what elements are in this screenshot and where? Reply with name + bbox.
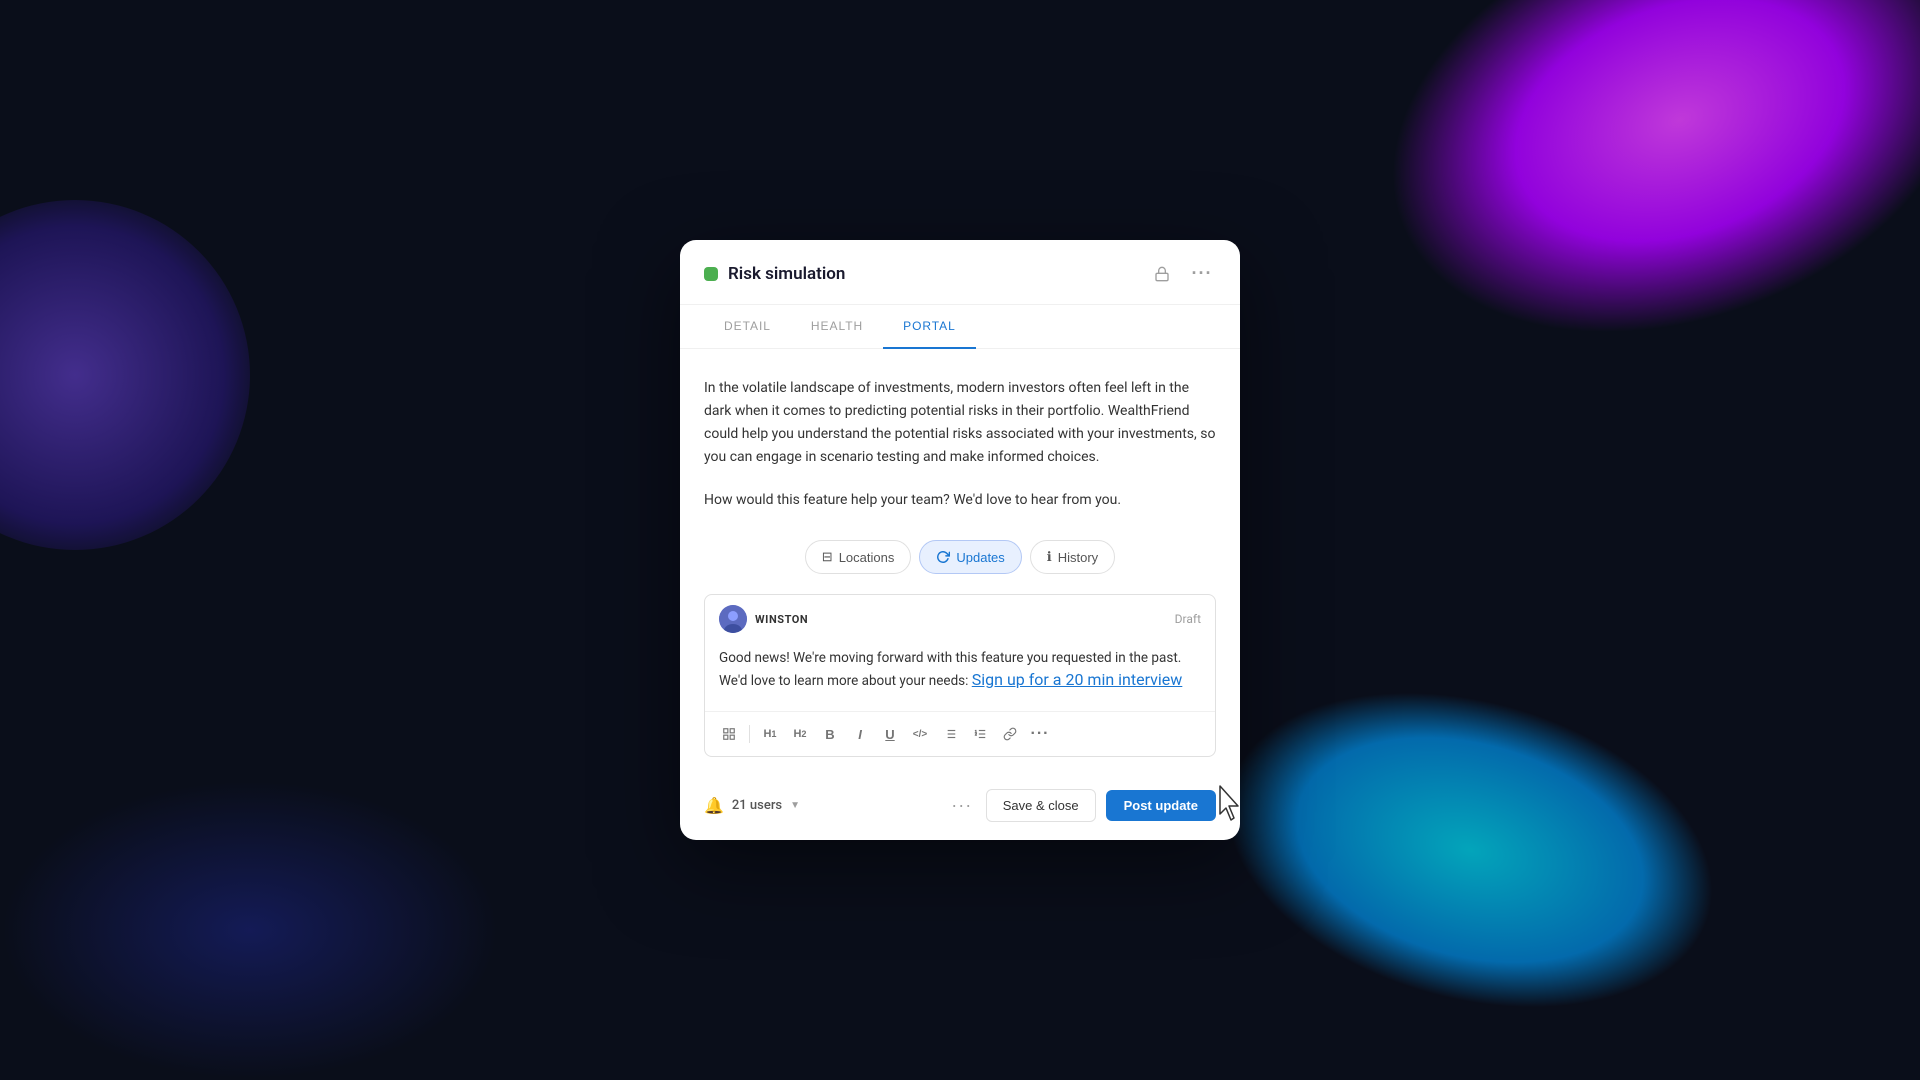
toolbar-sep-1: [749, 725, 750, 743]
toolbar-italic[interactable]: I: [846, 720, 874, 748]
question-text: How would this feature help your team? W…: [704, 489, 1216, 512]
tab-detail[interactable]: DETAIL: [704, 305, 791, 349]
tab-health[interactable]: HEALTH: [791, 305, 883, 349]
composer-toolbar: H1 H2 B I U </>: [705, 711, 1215, 756]
composer-user-info: WINSTON: [719, 605, 808, 633]
modal-title: Risk simulation: [728, 264, 1138, 284]
updates-icon: [936, 550, 950, 564]
main-tabs: DETAIL HEALTH PORTAL: [680, 305, 1240, 349]
toolbar-link[interactable]: [996, 720, 1024, 748]
mouse-cursor: |||: [1214, 784, 1240, 831]
bg-blob-dark: [0, 780, 500, 1080]
composer-username: WINSTON: [755, 613, 808, 626]
composer-header: WINSTON Draft: [705, 595, 1215, 641]
composer-body[interactable]: Good news! We're moving forward with thi…: [705, 641, 1215, 711]
toolbar-more[interactable]: ···: [1026, 720, 1054, 748]
footer-left: 🔔 21 users ▼: [704, 796, 938, 815]
history-icon: ℹ: [1047, 549, 1052, 565]
post-update-button[interactable]: Post update: [1106, 790, 1216, 821]
avatar: [719, 605, 747, 633]
toolbar-code[interactable]: </>: [906, 720, 934, 748]
sub-tab-updates-label: Updates: [956, 550, 1004, 565]
toolbar-h2[interactable]: H2: [786, 720, 814, 748]
sub-tab-updates[interactable]: Updates: [919, 540, 1021, 574]
toolbar-ordered-list[interactable]: [966, 720, 994, 748]
bell-icon: 🔔: [704, 796, 724, 815]
ellipsis-icon: ···: [1192, 263, 1213, 284]
tab-portal[interactable]: PORTAL: [883, 305, 976, 349]
toolbar-template[interactable]: [715, 720, 743, 748]
bg-blob-purple: [0, 200, 250, 550]
sub-tab-history[interactable]: ℹ History: [1030, 540, 1115, 574]
save-close-button[interactable]: Save & close: [986, 789, 1096, 822]
lock-button[interactable]: [1148, 260, 1176, 288]
sub-tab-locations[interactable]: ⊟ Locations: [805, 540, 912, 574]
bg-blob-cyan: [1190, 640, 1751, 1059]
toolbar-bold[interactable]: B: [816, 720, 844, 748]
toolbar-bullet-list[interactable]: [936, 720, 964, 748]
modal-footer: 🔔 21 users ▼ ··· Save & close Post updat…: [680, 777, 1240, 840]
modal-card: Risk simulation ··· DETAIL HEALTH PORTAL…: [680, 240, 1240, 840]
modal-header: Risk simulation ···: [680, 240, 1240, 305]
sub-tab-history-label: History: [1058, 550, 1098, 565]
update-composer: WINSTON Draft Good news! We're moving fo…: [704, 594, 1216, 757]
header-actions: ···: [1148, 260, 1216, 288]
more-options-button[interactable]: ···: [1188, 260, 1216, 288]
locations-icon: ⊟: [822, 549, 833, 565]
footer-more-button[interactable]: ···: [948, 792, 976, 820]
toolbar-h1[interactable]: H1: [756, 720, 784, 748]
sub-tab-locations-label: Locations: [839, 550, 895, 565]
composer-link[interactable]: Sign up for a 20 min interview: [972, 670, 1183, 689]
bg-blob-pink: [1330, 0, 1920, 411]
sub-tabs: ⊟ Locations Updates ℹ History: [704, 540, 1216, 574]
description-text: In the volatile landscape of investments…: [704, 377, 1216, 469]
status-indicator: [704, 267, 718, 281]
modal-content: In the volatile landscape of investments…: [680, 349, 1240, 777]
users-count: 21 users: [732, 798, 782, 813]
draft-badge: Draft: [1175, 612, 1201, 626]
avatar-image: [719, 605, 747, 633]
toolbar-underline[interactable]: U: [876, 720, 904, 748]
users-chevron-icon: ▼: [790, 800, 800, 811]
lock-icon: [1154, 266, 1170, 282]
